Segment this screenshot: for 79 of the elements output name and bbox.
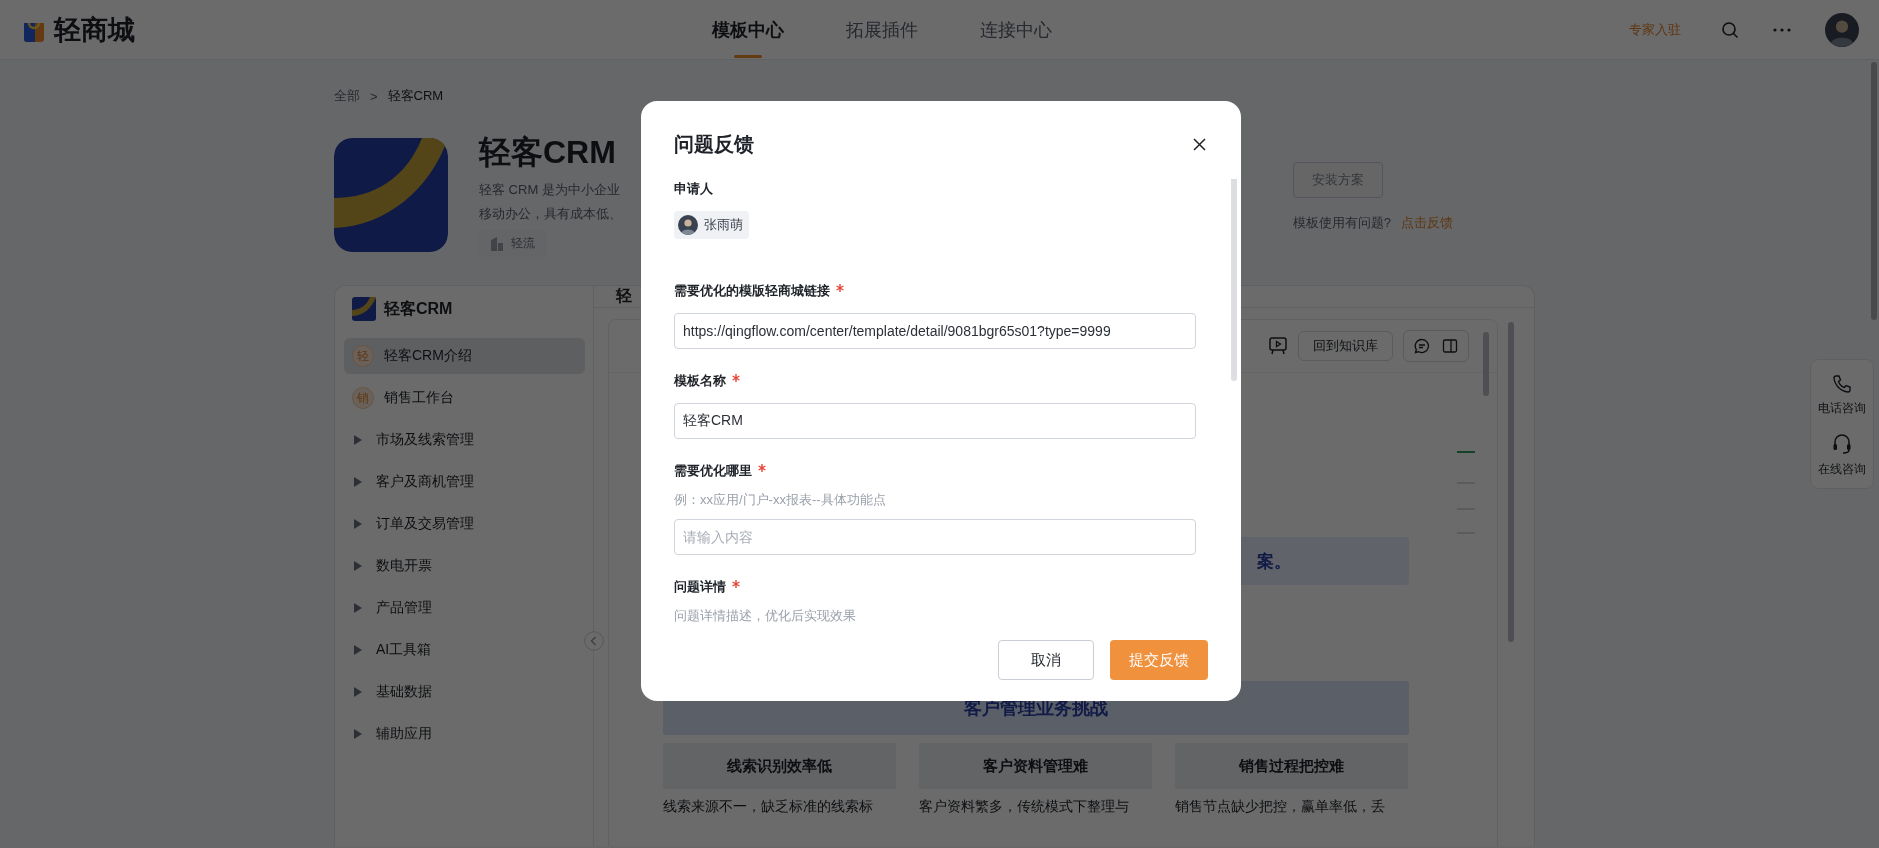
- sidebar-item[interactable]: 辅助应用: [344, 716, 585, 752]
- sidebar-item-label: 产品管理: [376, 599, 432, 617]
- more-icon[interactable]: [1773, 27, 1791, 32]
- dialog-title: 问题反馈: [674, 131, 754, 157]
- side-panel-icon[interactable]: [1442, 338, 1458, 354]
- phone-icon: [1832, 374, 1852, 394]
- close-icon[interactable]: [1193, 137, 1206, 151]
- page-badge: 销: [352, 387, 374, 409]
- nav-tab[interactable]: 拓展插件: [844, 0, 920, 60]
- content-title: 轻: [616, 286, 632, 306]
- field-label: 需要优化哪里: [674, 462, 752, 480]
- field-hint: 例：xx应用/门户-xx报表--具体功能点: [674, 491, 887, 509]
- feedback-link[interactable]: 点击反馈: [1401, 215, 1453, 230]
- presentation-icon[interactable]: [1268, 336, 1288, 356]
- sidebar-item[interactable]: 基础数据: [344, 674, 585, 710]
- field-label: 需要优化的模版轻商城链接: [674, 282, 830, 300]
- sidebar-item-label: AI工具箱: [376, 641, 432, 659]
- sidebar-item-label: 辅助应用: [376, 725, 432, 743]
- input-field[interactable]: 轻客CRM: [674, 403, 1196, 439]
- scrollbar[interactable]: [1231, 179, 1237, 381]
- scrollbar[interactable]: [1871, 62, 1877, 320]
- breadcrumb-item[interactable]: 全部: [334, 87, 360, 105]
- app-logo-icon: [334, 138, 448, 252]
- nav-tab[interactable]: 模板中心: [710, 0, 786, 60]
- sidebar-item[interactable]: AI工具箱: [344, 632, 585, 668]
- scrollbar[interactable]: [1483, 332, 1489, 396]
- sidebar-item[interactable]: 销 销售工作台: [344, 380, 585, 416]
- logo-text: 轻商城: [54, 13, 135, 47]
- user-avatar: [1825, 12, 1859, 47]
- sidebar-item[interactable]: 市场及线索管理: [344, 422, 585, 458]
- user-name: 张雨萌: [704, 216, 743, 234]
- submit-button[interactable]: 提交反馈: [1110, 640, 1208, 680]
- sidebar-item-label: 客户及商机管理: [376, 473, 474, 491]
- consult-button[interactable]: 电话咨询: [1818, 374, 1866, 417]
- nav-tab[interactable]: 连接中心: [978, 0, 1054, 60]
- sidebar-title: 轻客CRM: [384, 298, 453, 319]
- field-hint: 问题详情描述，优化后实现效果: [674, 607, 857, 625]
- collapse-icon[interactable]: [584, 631, 604, 651]
- app-description: 移动办公，具有成本低、: [479, 205, 622, 223]
- comment-icon[interactable]: [1414, 338, 1430, 354]
- page-badge: 轻: [352, 345, 374, 367]
- field-label: 模板名称: [674, 372, 726, 390]
- sidebar-item[interactable]: 轻 轻客CRM介绍: [344, 338, 585, 374]
- sidebar-item[interactable]: 订单及交易管理: [344, 506, 585, 542]
- app-title: 轻客CRM: [479, 134, 616, 170]
- expert-link[interactable]: 专家入驻: [1629, 20, 1681, 39]
- sidebar-item-label: 基础数据: [376, 683, 432, 701]
- user-avatar: [678, 215, 698, 235]
- breadcrumb-separator: >: [370, 88, 378, 104]
- input-field[interactable]: https://qingflow.com/center/template/detail/9081bgr65s01?type=9999: [674, 313, 1196, 349]
- sidebar-item-label: 市场及线索管理: [376, 431, 474, 449]
- challenge-title: 线索识别效率低: [663, 743, 896, 789]
- scrollbar[interactable]: [1508, 322, 1514, 642]
- sidebar-item-label: 订单及交易管理: [376, 515, 474, 533]
- breadcrumb-item[interactable]: 轻客CRM: [387, 87, 444, 105]
- challenge-title: 客户资料管理难: [919, 743, 1152, 789]
- cancel-button[interactable]: 取消: [998, 640, 1094, 680]
- sidebar-item[interactable]: 客户及商机管理: [344, 464, 585, 500]
- app-logo-icon: [352, 297, 376, 321]
- sidebar-item-label: 数电开票: [376, 557, 432, 575]
- banner-text: 案。: [1257, 550, 1291, 573]
- feedback-hint: 模板使用有问题?: [1292, 215, 1391, 230]
- field-label: 问题详情: [674, 578, 726, 596]
- sidebar-item-label: 轻客CRM介绍: [384, 347, 472, 365]
- building-icon: [491, 236, 503, 251]
- input-field[interactable]: 请输入内容: [674, 519, 1196, 555]
- sidebar-item[interactable]: 产品管理: [344, 590, 585, 626]
- challenge-text: 销售节点缺少把控，赢单率低，丢: [1175, 798, 1386, 814]
- consult-button[interactable]: 在线咨询: [1818, 433, 1866, 478]
- headset-icon: [1832, 433, 1852, 455]
- sidebar-item-label: 销售工作台: [384, 389, 454, 407]
- challenge-title: 销售过程把控难: [1175, 743, 1408, 789]
- field-label: 申请人: [674, 180, 713, 198]
- app-description: 轻客 CRM 是为中小企业: [479, 181, 620, 199]
- sidebar-item[interactable]: 数电开票: [344, 548, 585, 584]
- search-icon[interactable]: [1721, 20, 1739, 39]
- challenge-text: 线索来源不一，缺乏标准的线索标: [663, 798, 874, 814]
- back-to-knowledge-base-button[interactable]: 回到知识库: [1298, 331, 1393, 361]
- challenge-text: 客户资料繁多，传统模式下整理与: [919, 798, 1130, 814]
